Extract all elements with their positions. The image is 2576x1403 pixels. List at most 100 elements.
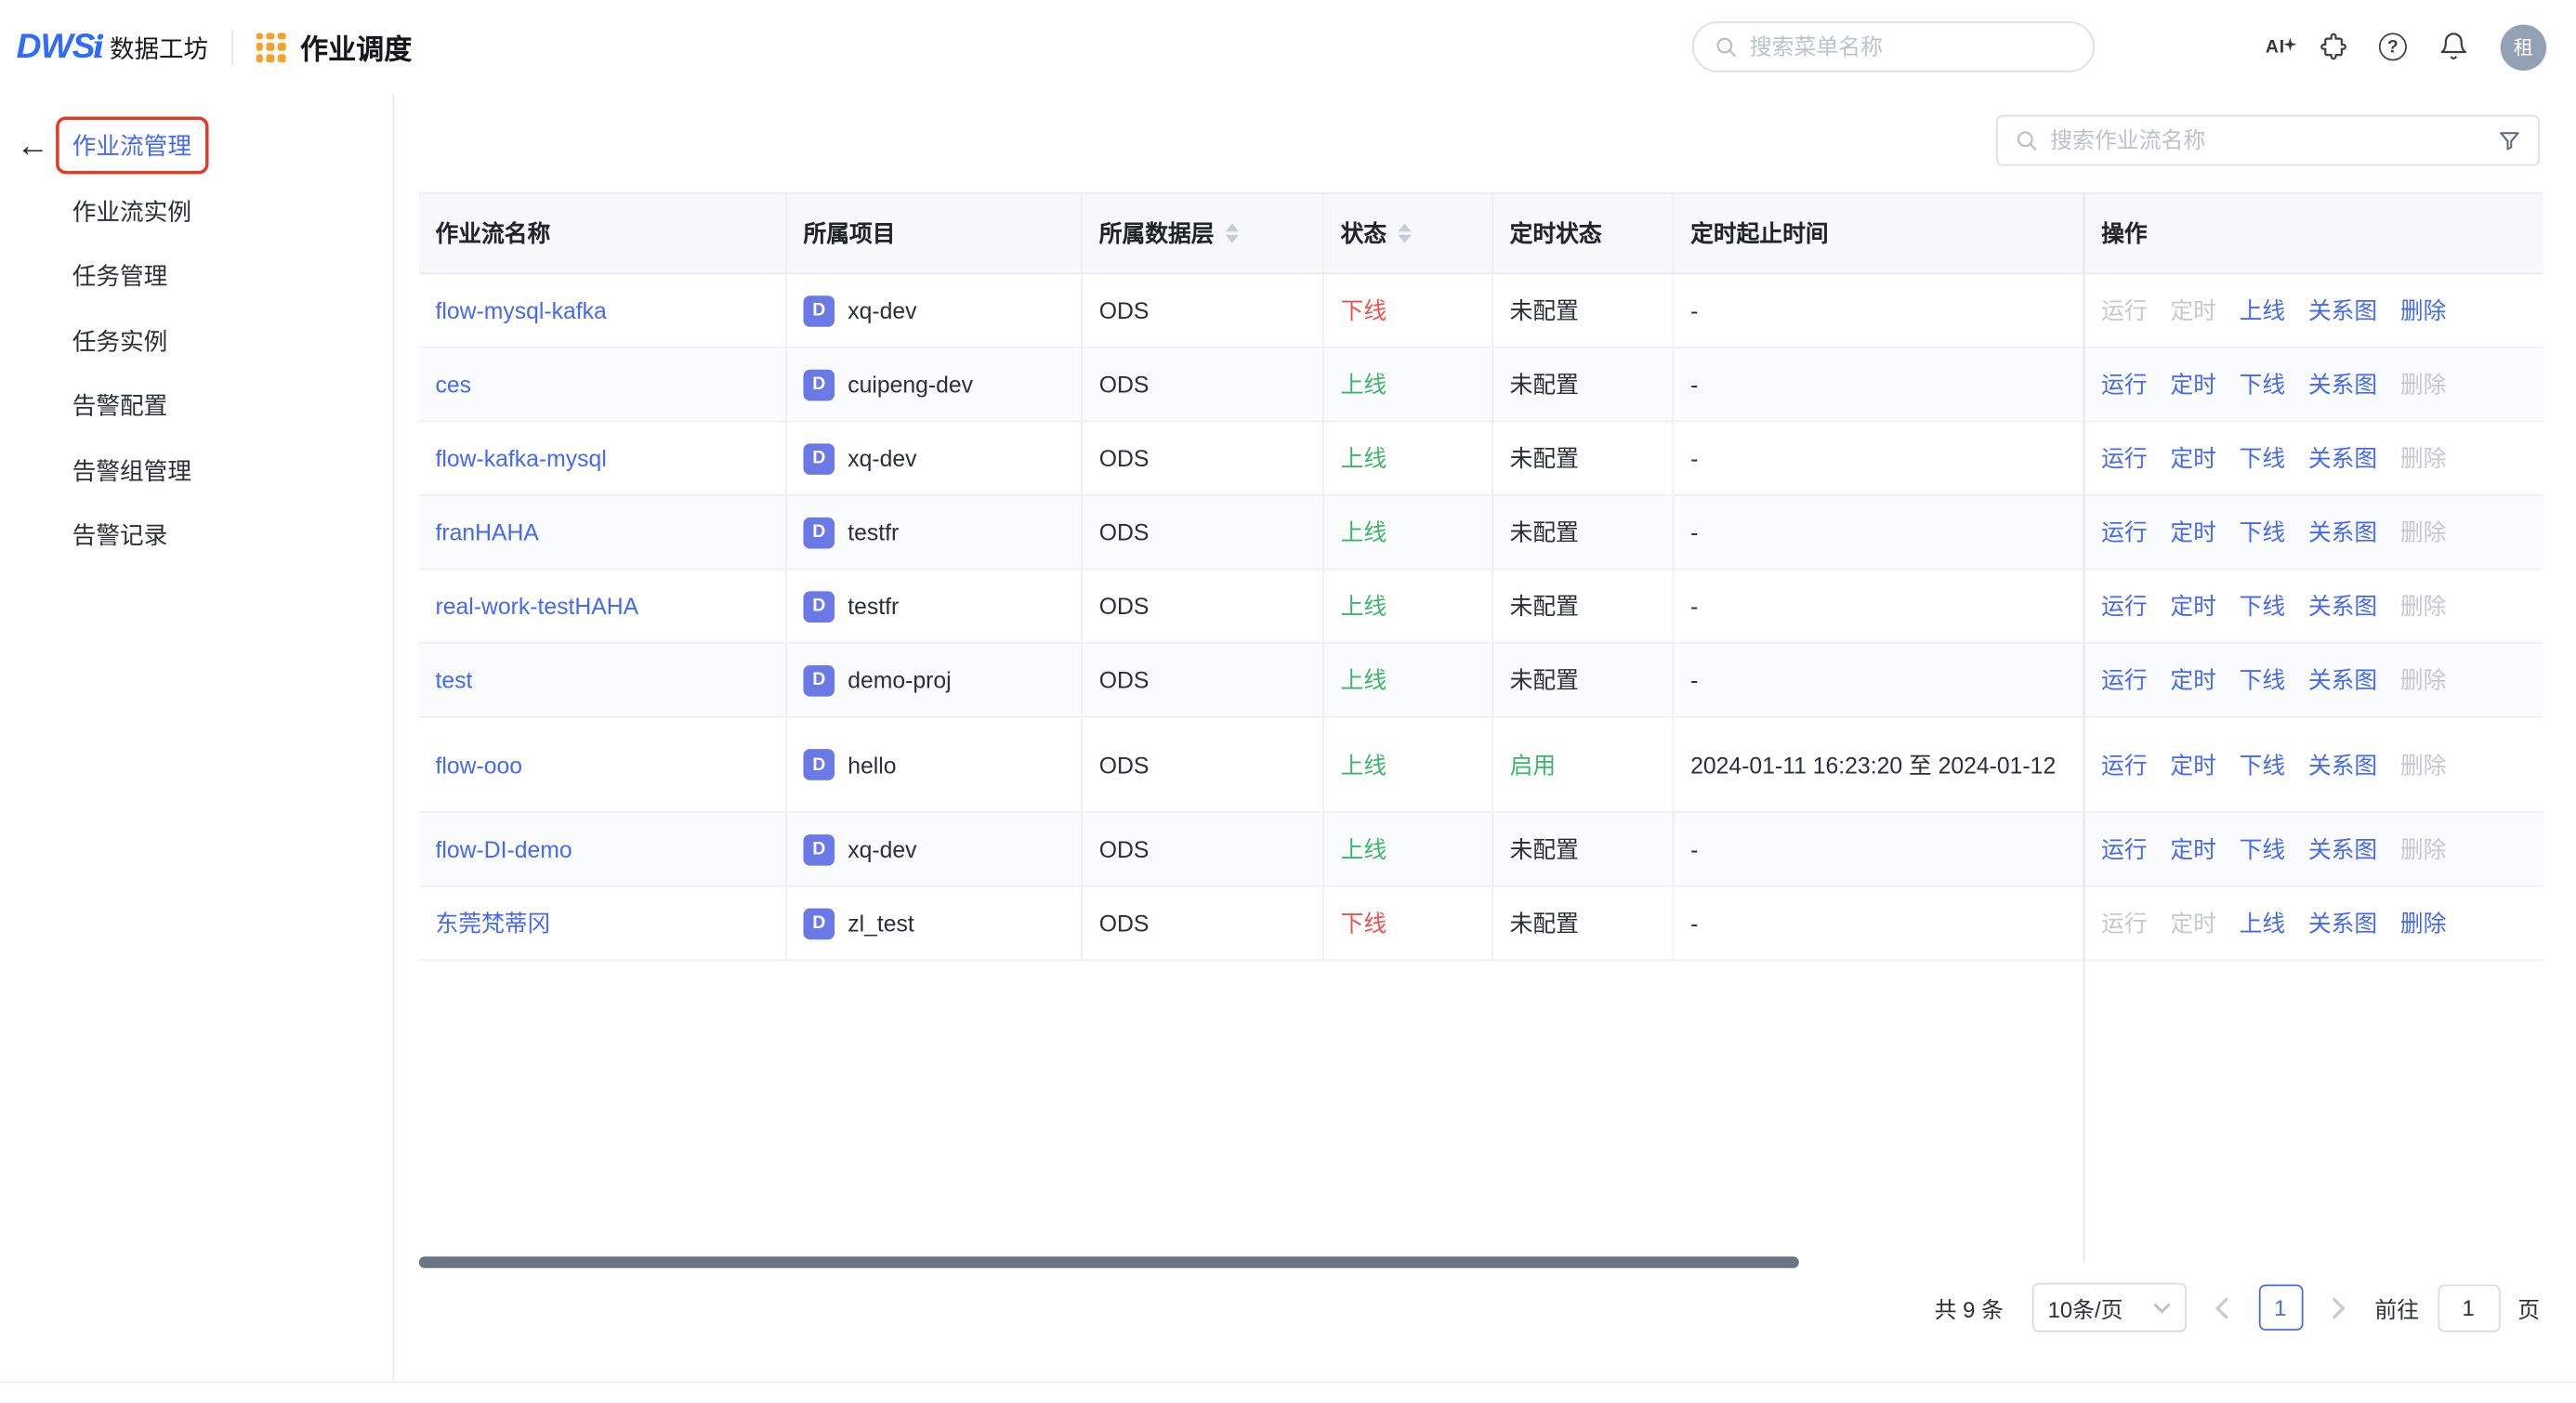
action-link[interactable]: 上线 xyxy=(2240,907,2286,939)
workflow-name-link[interactable]: flow-DI-demo xyxy=(435,836,572,862)
sidebar-item[interactable]: 作业流实例 xyxy=(0,178,393,243)
help-icon[interactable]: ? xyxy=(2378,33,2407,61)
table-row: flow-ooo Dhello ODS 上线 启用 2024-01-11 16:23:20… xyxy=(418,717,2543,814)
action-link[interactable]: 下线 xyxy=(2240,833,2286,865)
workflow-name-link[interactable]: real-work-testHAHA xyxy=(435,593,638,619)
sidebar-item[interactable]: 任务实例 xyxy=(0,308,393,373)
action-link[interactable]: 关系图 xyxy=(2308,516,2377,548)
sidebar-item[interactable]: 任务管理 xyxy=(0,243,393,308)
action-link[interactable]: 运行 xyxy=(2101,663,2148,696)
back-arrow-icon[interactable]: ← xyxy=(17,130,49,163)
action-link[interactable]: 删除 xyxy=(2400,907,2447,939)
action-link[interactable]: 删除 xyxy=(2400,294,2447,326)
schedule-time: - xyxy=(1690,371,1699,398)
data-layer-cell: ODS xyxy=(1081,274,1322,347)
sidebar-item[interactable]: 告警组管理 xyxy=(0,438,393,503)
action-link[interactable]: 运行 xyxy=(2101,833,2148,865)
action-link[interactable]: 下线 xyxy=(2240,590,2286,623)
ai-assistant-icon[interactable]: AI xyxy=(2266,36,2297,57)
sidebar-item[interactable]: 作业流管理 xyxy=(0,113,393,178)
column-header: 作业流名称 xyxy=(419,194,785,273)
table-row: flow-kafka-mysql Dxq-dev ODS 上线 未配置 - 运行 定时 下线 关系… xyxy=(418,422,2543,496)
action-link[interactable]: 运行 xyxy=(2101,368,2148,400)
schedule-time-cell: - xyxy=(1672,347,2083,421)
action-link[interactable]: 关系图 xyxy=(2308,748,2377,780)
column-label: 作业流名称 xyxy=(435,219,551,247)
action-link[interactable]: 定时 xyxy=(2170,368,2216,400)
column-header: 所属项目 xyxy=(785,193,1081,273)
action-link[interactable]: 定时 xyxy=(2170,442,2216,475)
status-cell: 下线 xyxy=(1322,274,1492,347)
workflow-name-link[interactable]: ces xyxy=(435,372,471,398)
action-link[interactable]: 定时 xyxy=(2170,833,2216,865)
status-cell: 上线 xyxy=(1322,347,1492,421)
workflow-name-link[interactable]: flow-kafka-mysql xyxy=(435,445,606,471)
workflow-search[interactable] xyxy=(1995,114,2541,166)
sidebar-item[interactable]: 告警记录 xyxy=(0,503,393,568)
action-link[interactable]: 定时 xyxy=(2170,516,2216,548)
filter-icon[interactable] xyxy=(2497,128,2522,153)
column-label: 所属数据层 xyxy=(1098,219,1215,247)
action-link[interactable]: 下线 xyxy=(2240,368,2286,400)
workflow-name-link[interactable]: franHAHA xyxy=(435,519,538,545)
actions-cell: 运行 定时 下线 关系图 删除 xyxy=(2083,643,2543,716)
column-header[interactable]: 所属数据层 xyxy=(1081,193,1322,273)
current-page-button[interactable]: 1 xyxy=(2257,1284,2303,1331)
workflow-name-cell: flow-mysql-kafka xyxy=(419,274,785,347)
menu-search[interactable] xyxy=(1691,20,2096,72)
workflow-name-link[interactable]: flow-ooo xyxy=(435,752,522,778)
project-name: hello xyxy=(848,751,897,779)
column-header[interactable]: 状态 xyxy=(1322,193,1492,273)
workflow-name-link[interactable]: flow-mysql-kafka xyxy=(435,297,606,323)
plugin-icon[interactable] xyxy=(2317,32,2348,63)
action-link[interactable]: 关系图 xyxy=(2308,294,2377,326)
goto-page-input[interactable] xyxy=(2437,1283,2500,1331)
workflow-name-link[interactable]: 东莞梵蒂冈 xyxy=(435,907,550,939)
app-grid-icon[interactable] xyxy=(256,32,286,62)
project-name: zl_test xyxy=(848,910,914,937)
top-header: DWS i 数据工坊 作业调度 AI ? xyxy=(0,0,2576,94)
action-link[interactable]: 定时 xyxy=(2170,590,2216,623)
sidebar-item[interactable]: 告警配置 xyxy=(0,373,393,438)
sort-icon[interactable] xyxy=(1398,223,1412,243)
page-size-select[interactable]: 10条/页 xyxy=(2031,1282,2187,1332)
action-link[interactable]: 定时 xyxy=(2170,748,2216,780)
workflow-table: 作业流名称 所属项目 所属数据层 状态 定时状态 定时起止时间 操作 flow-mysql-… xyxy=(418,191,2543,962)
action-link: 删除 xyxy=(2399,445,2447,472)
action-link[interactable]: 下线 xyxy=(2240,516,2286,548)
pagination: 共 9 条 10条/页 1 前往 页 xyxy=(1935,1279,2540,1335)
action-link[interactable]: 关系图 xyxy=(2308,663,2377,696)
prev-page-button[interactable] xyxy=(2204,1284,2241,1331)
action-link[interactable]: 运行 xyxy=(2101,516,2148,548)
schedule-time-cell: - xyxy=(1672,570,2083,643)
menu-search-input[interactable] xyxy=(1749,34,2074,59)
action-link[interactable]: 下线 xyxy=(2240,748,2286,780)
action-link[interactable]: 定时 xyxy=(2170,663,2216,696)
horizontal-scrollbar[interactable] xyxy=(418,1256,1799,1268)
action-link[interactable]: 运行 xyxy=(2101,442,2148,475)
action-link[interactable]: 上线 xyxy=(2240,294,2286,326)
action-link[interactable]: 关系图 xyxy=(2308,368,2377,400)
workflow-search-input[interactable] xyxy=(2050,127,2486,153)
sort-icon[interactable] xyxy=(1225,223,1239,243)
action-link[interactable]: 下线 xyxy=(2240,663,2286,696)
schedule-status-cell: 未配置 xyxy=(1492,495,1672,569)
status-cell: 上线 xyxy=(1322,643,1492,716)
workflow-name-link[interactable]: test xyxy=(435,667,472,693)
action-link[interactable]: 关系图 xyxy=(2308,442,2377,475)
next-page-button[interactable] xyxy=(2320,1284,2357,1331)
action-link[interactable]: 关系图 xyxy=(2308,833,2377,865)
action-link[interactable]: 下线 xyxy=(2240,442,2286,475)
sidebar-menu: 作业流管理 作业流实例 任务管理 任务实例 告警配置 告警组管理 告警记录 xyxy=(0,94,393,568)
project-cell: Dxq-dev xyxy=(785,274,1081,347)
status-cell: 上线 xyxy=(1322,717,1492,812)
action-link[interactable]: 关系图 xyxy=(2308,590,2377,623)
action-link[interactable]: 运行 xyxy=(2101,590,2148,623)
brand-logo[interactable]: DWS i 数据工坊 xyxy=(17,27,208,66)
schedule-time-cell: - xyxy=(1672,422,2083,495)
table-header-row: 作业流名称 所属项目 所属数据层 状态 定时状态 定时起止时间 操作 xyxy=(418,191,2543,275)
avatar[interactable]: 租 xyxy=(2500,23,2547,71)
action-link[interactable]: 关系图 xyxy=(2308,907,2377,939)
action-link[interactable]: 运行 xyxy=(2101,748,2148,780)
notification-bell-icon[interactable] xyxy=(2438,32,2469,63)
